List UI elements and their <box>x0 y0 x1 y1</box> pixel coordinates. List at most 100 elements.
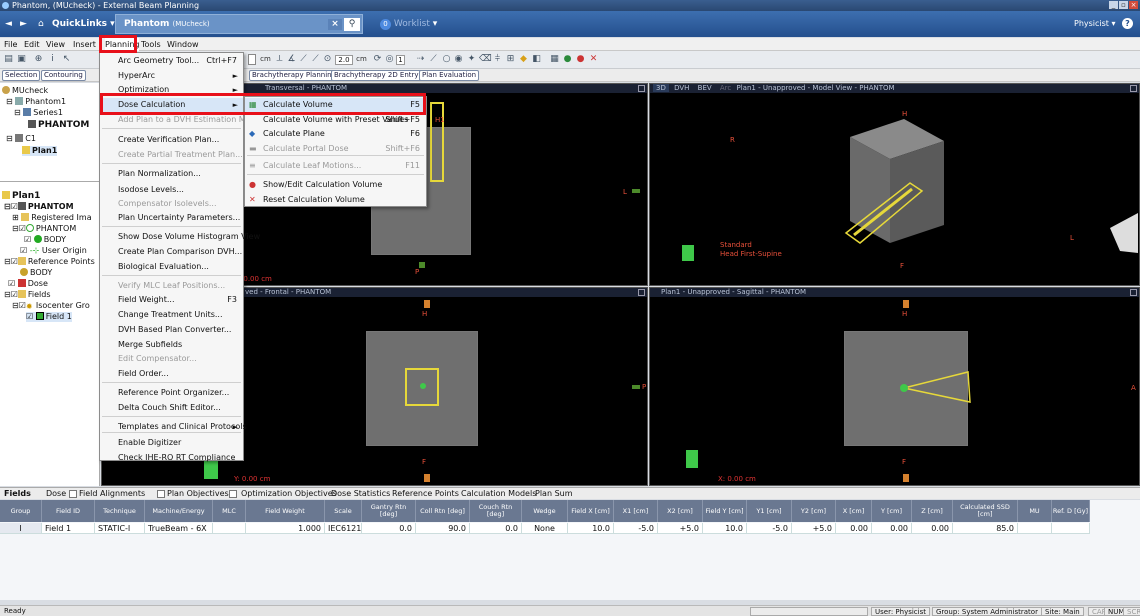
menu-item-show-dose-volume-histogram-view[interactable]: Show Dose Volume Histogram View <box>100 230 260 244</box>
menu-item-field-order[interactable]: Field Order... <box>100 367 243 381</box>
viewport-model[interactable]: 3D DVH BEV Arc Plan1 - Unapproved - Mode… <box>649 83 1140 286</box>
workspace-brachy-2d-entry[interactable]: Brachytherapy 2D Entry <box>331 70 422 81</box>
dose-icon[interactable]: ● <box>562 54 573 65</box>
target-icon[interactable]: ⊕ <box>33 54 44 65</box>
menu-item-isodose-levels[interactable]: Isodose Levels... <box>100 183 243 197</box>
rotate-icon[interactable]: ⟳ <box>372 54 383 65</box>
tab-bev[interactable]: BEV <box>695 84 715 92</box>
tree-row-isocenter[interactable]: ⊟☑✹ Isocenter Gro <box>12 301 90 311</box>
maximize-icon[interactable] <box>1130 85 1137 92</box>
structure-icon[interactable]: ◆ <box>518 54 529 65</box>
maximize-icon[interactable] <box>638 85 645 92</box>
quicklinks-menu[interactable]: QuickLinks ▾ <box>52 17 115 31</box>
table-cell[interactable]: -5.0 <box>747 523 792 534</box>
column-header[interactable]: Couch Rtn [deg] <box>470 500 522 522</box>
table-cell[interactable]: 1.000 <box>246 523 325 534</box>
column-header[interactable]: Field Y [cm] <box>703 500 747 522</box>
table-cell[interactable]: +5.0 <box>658 523 703 534</box>
camera-icon[interactable]: ◎ <box>384 54 395 65</box>
tab-reference-points[interactable]: Reference Points <box>392 488 459 500</box>
workspace-contouring[interactable]: Contouring <box>41 70 86 81</box>
table-cell[interactable]: None <box>522 523 568 534</box>
column-header[interactable]: Z [cm] <box>912 500 953 522</box>
menu-item-check-ihe-ro-rt-compliance[interactable]: Check IHE-RO RT Compliance <box>100 451 243 465</box>
table-cell[interactable] <box>213 523 246 534</box>
tab-plan-sum[interactable]: Plan Sum <box>535 488 573 500</box>
table-cell[interactable]: 0.00 <box>836 523 872 534</box>
erase-icon[interactable]: ⌫ <box>479 54 492 65</box>
menu-item-calculate-plane[interactable]: ◆ Calculate Plane F6 <box>245 127 426 141</box>
help-icon[interactable]: ? <box>1122 18 1133 29</box>
tab-dose[interactable]: Dose <box>46 488 66 500</box>
column-header[interactable]: Wedge <box>522 500 568 522</box>
menu-item-create-verification-plan[interactable]: Create Verification Plan... <box>100 133 243 147</box>
save-icon[interactable]: ▣ <box>16 54 27 65</box>
column-header[interactable]: X [cm] <box>836 500 872 522</box>
circle-tool-icon[interactable]: ○ <box>441 54 452 65</box>
user-menu[interactable]: Physicist ▾ <box>1074 17 1116 31</box>
layout-icon[interactable]: ▦ <box>549 54 560 65</box>
tree-row-ref-points[interactable]: ⊟☑ Reference Points <box>4 257 95 267</box>
tree-row-field1[interactable]: ☑ Field 1 <box>26 312 72 322</box>
step-input[interactable]: 1 <box>396 55 405 65</box>
close-tab-icon[interactable]: × <box>328 19 342 30</box>
table-cell[interactable]: 10.0 <box>568 523 614 534</box>
column-header[interactable]: Machine/Energy <box>145 500 213 522</box>
workspace-brachy-planning[interactable]: Brachytherapy Planning <box>249 70 340 81</box>
table-cell[interactable] <box>1052 523 1090 534</box>
table-cell[interactable]: 85.0 <box>953 523 1018 534</box>
measure-icon[interactable]: ⟂ <box>274 54 285 65</box>
tab-dose-statistics[interactable]: Dose Statistics <box>331 488 390 500</box>
menu-item-change-treatment-units[interactable]: Change Treatment Units... <box>100 308 243 322</box>
angle-icon[interactable]: ∡ <box>286 54 297 65</box>
tree-row-patient[interactable]: MUcheck <box>2 86 48 96</box>
menu-item-delta-couch-shift-editor[interactable]: Delta Couch Shift Editor... <box>100 401 243 415</box>
tree-row-dose[interactable]: ☑ Dose <box>8 279 48 289</box>
menu-item-field-weight[interactable]: Field Weight... F3 <box>100 293 243 307</box>
plan-objectives-checkbox[interactable] <box>157 490 165 498</box>
ruler-icon[interactable]: ⟋ <box>298 54 309 65</box>
table-cell[interactable]: IEC61217 <box>325 523 362 534</box>
table-cell[interactable]: 0.0 <box>470 523 522 534</box>
toolbar-toggle-icon[interactable] <box>248 54 256 65</box>
tree-row-ref-body[interactable]: BODY <box>20 268 52 278</box>
table-cell[interactable]: 90.0 <box>416 523 470 534</box>
column-header[interactable]: Ref. D [Gy] <box>1052 500 1090 522</box>
split-icon[interactable]: ⫩ <box>492 54 503 65</box>
margin-input[interactable]: 2.0 <box>335 55 353 65</box>
tree-row-plan1[interactable]: Plan1 <box>2 191 40 201</box>
table-cell[interactable]: I <box>0 523 42 534</box>
tab-fields[interactable]: Fields <box>4 488 31 500</box>
column-header[interactable]: Technique <box>95 500 145 522</box>
table-cell[interactable]: Field 1 <box>42 523 95 534</box>
forward-icon[interactable]: ► <box>20 17 27 31</box>
line-icon[interactable]: ⟋ <box>310 54 321 65</box>
menu-view[interactable]: View <box>46 38 65 51</box>
tree-row-fields[interactable]: ⊟☑ Fields <box>4 290 51 300</box>
column-header[interactable]: Y [cm] <box>872 500 912 522</box>
menu-insert[interactable]: Insert <box>73 38 96 51</box>
column-header[interactable]: X2 [cm] <box>658 500 703 522</box>
column-header[interactable]: Y1 [cm] <box>747 500 792 522</box>
workspace-selection[interactable]: Selection <box>2 70 41 81</box>
menu-file[interactable]: File <box>4 38 17 51</box>
tab-3d[interactable]: 3D <box>653 84 669 92</box>
menu-item-reset-calculation-volume[interactable]: ✕ Reset Calculation Volume <box>245 193 426 207</box>
tab-calculation-models[interactable]: Calculation Models <box>461 488 536 500</box>
brush-icon[interactable]: ⟋ <box>428 54 439 65</box>
pointer-icon[interactable]: ↖ <box>61 54 72 65</box>
tab-field-alignments[interactable]: Field Alignments <box>79 488 145 500</box>
tree-row-body[interactable]: ☑ BODY <box>24 235 66 245</box>
column-header[interactable]: MU <box>1018 500 1052 522</box>
optimization-objectives-checkbox[interactable] <box>229 490 237 498</box>
menu-item-plan-normalization[interactable]: Plan Normalization... <box>100 167 243 181</box>
contour-icon[interactable]: ◉ <box>453 54 464 65</box>
tree-row-plan[interactable]: Plan1 <box>22 146 58 156</box>
beam-icon[interactable]: ✦ <box>466 54 477 65</box>
workspace-plan-evaluation[interactable]: Plan Evaluation <box>419 70 480 81</box>
table-cell[interactable]: STATIC-I <box>95 523 145 534</box>
grid-icon[interactable]: ⊞ <box>505 54 516 65</box>
menu-item-calculate-volume-with-preset-values[interactable]: Calculate Volume with Preset Values Shift… <box>245 113 426 127</box>
color-wash-icon[interactable]: ● <box>575 54 586 65</box>
view-icon[interactable]: ◧ <box>531 54 542 65</box>
